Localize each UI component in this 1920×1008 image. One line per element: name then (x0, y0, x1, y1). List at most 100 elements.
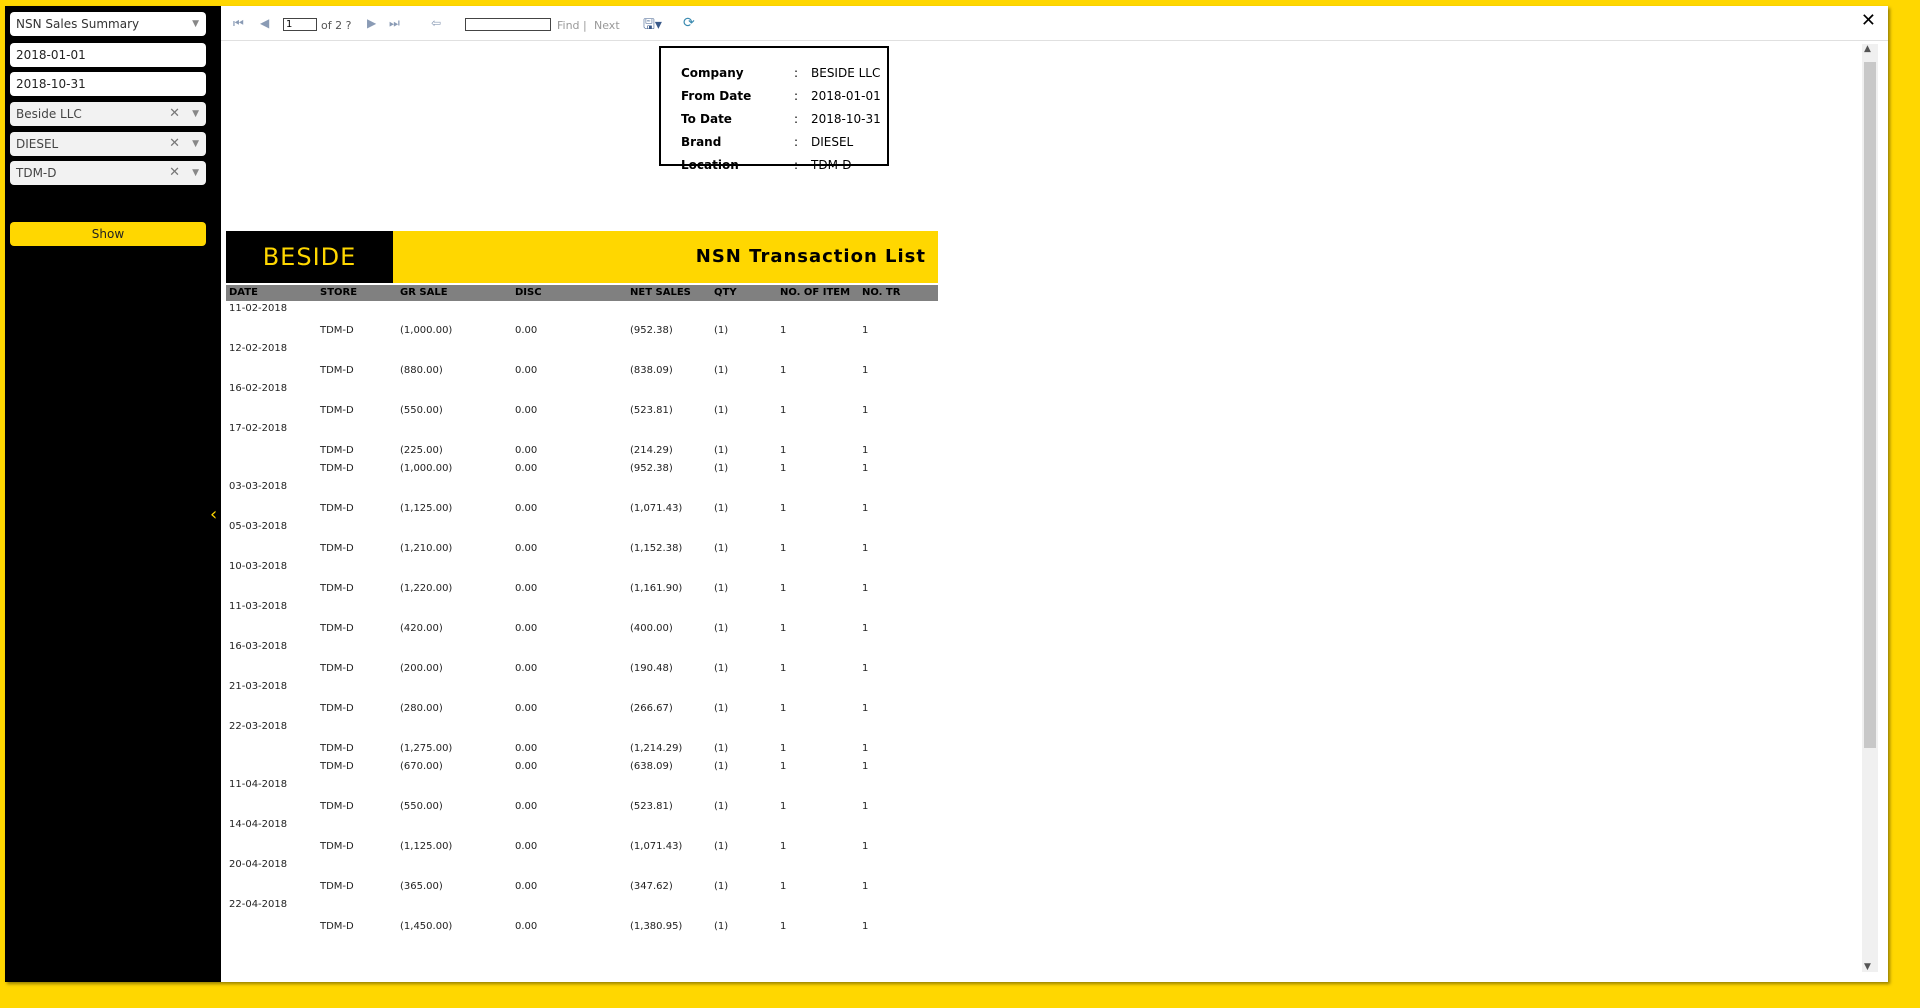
table-cell: (1,125.00) (400, 503, 453, 514)
company-select[interactable]: Beside LLC ✕ ▼ (10, 102, 206, 126)
find-input[interactable] (465, 18, 551, 31)
param-label: To Date (681, 112, 732, 126)
param-colon: : (794, 158, 799, 172)
table-cell: 1 (862, 463, 869, 474)
page-count: of 2 ? (321, 19, 352, 32)
table-cell: 1 (780, 463, 787, 474)
table-cell: (1) (714, 703, 729, 714)
table-cell: (1,125.00) (400, 841, 453, 852)
to-date-input[interactable]: 2018-10-31 (10, 72, 206, 96)
table-cell: 0.00 (515, 761, 538, 772)
back-icon[interactable]: ⇦ (431, 16, 441, 30)
previous-page-icon[interactable]: ◀ (260, 16, 269, 30)
page-number-input[interactable] (283, 18, 317, 31)
scroll-up-icon[interactable]: ▲ (1864, 44, 1871, 54)
table-cell: 1 (862, 663, 869, 674)
table-cell: TDM-D (320, 881, 354, 892)
table-cell: (1) (714, 881, 729, 892)
date-group-label: 11-04-2018 (229, 779, 288, 790)
last-page-icon[interactable]: ⏭ (389, 16, 400, 31)
table-cell: 1 (780, 405, 787, 416)
table-cell: 0.00 (515, 583, 538, 594)
table-cell: (1,380.95) (630, 921, 683, 932)
chevron-down-icon[interactable]: ▼ (192, 102, 199, 126)
table-cell: 0.00 (515, 743, 538, 754)
collapse-sidebar-icon[interactable]: ‹ (210, 504, 217, 525)
table-cell: 1 (780, 703, 787, 714)
table-cell: 1 (862, 881, 869, 892)
table-row: TDM-D (1,125.00) 0.00 (1,071.43) (1) 1 1 (221, 501, 941, 516)
table-cell: 0.00 (515, 503, 538, 514)
column-header: QTY (714, 287, 737, 298)
location-select[interactable]: TDM-D ✕ ▼ (10, 161, 206, 185)
scroll-down-icon[interactable]: ▼ (1864, 962, 1871, 972)
table-cell: 0.00 (515, 543, 538, 554)
brand-select[interactable]: DIESEL ✕ ▼ (10, 132, 206, 156)
table-cell: 0.00 (515, 445, 538, 456)
table-cell: 1 (862, 801, 869, 812)
refresh-icon[interactable]: ⟳ (683, 15, 695, 31)
param-value: 2018-10-31 (811, 112, 881, 126)
chevron-down-icon[interactable]: ▼ (192, 161, 199, 185)
table-cell: (1) (714, 463, 729, 474)
table-cell: 1 (862, 365, 869, 376)
table-cell: (1,214.29) (630, 743, 683, 754)
table-cell: (1,275.00) (400, 743, 453, 754)
brand-select-value: DIESEL (16, 137, 59, 151)
table-row: TDM-D (550.00) 0.00 (523.81) (1) 1 1 (221, 403, 941, 418)
table-cell: (670.00) (400, 761, 443, 772)
table-cell: TDM-D (320, 921, 354, 932)
table-row: TDM-D (280.00) 0.00 (266.67) (1) 1 1 (221, 701, 941, 716)
to-date-value: 2018-10-31 (16, 77, 86, 91)
clear-icon[interactable]: ✕ (169, 161, 180, 185)
clear-icon[interactable]: ✕ (169, 132, 180, 156)
next-page-icon[interactable]: ▶ (367, 16, 376, 30)
table-cell: (347.62) (630, 881, 673, 892)
find-link[interactable]: Find (557, 19, 580, 32)
first-page-icon[interactable]: ⏮ (233, 16, 244, 31)
chevron-down-icon[interactable]: ▼ (192, 132, 199, 156)
report-toolbar: ⏮ ◀ of 2 ? ▶ ⏭ ⇦ Find | Next 🖫▾ ⟳ ✕ (221, 6, 1888, 41)
param-label: From Date (681, 89, 752, 103)
table-cell: TDM-D (320, 463, 354, 474)
report-title: NSN Transaction List (695, 246, 926, 267)
show-button[interactable]: Show (10, 222, 206, 246)
table-cell: TDM-D (320, 325, 354, 336)
chevron-down-icon[interactable]: ▼ (192, 12, 199, 36)
column-header: GR SALE (400, 287, 448, 298)
brand-logo: BESIDE (226, 231, 393, 283)
table-cell: TDM-D (320, 703, 354, 714)
param-label: Location (681, 158, 739, 172)
table-row: TDM-D (670.00) 0.00 (638.09) (1) 1 1 (221, 759, 941, 774)
table-cell: 1 (780, 761, 787, 772)
table-cell: (880.00) (400, 365, 443, 376)
clear-icon[interactable]: ✕ (169, 102, 180, 126)
table-cell: 0.00 (515, 703, 538, 714)
vertical-scrollbar[interactable]: ▲ ▼ (1862, 44, 1878, 972)
table-cell: 0.00 (515, 663, 538, 674)
table-cell: 0.00 (515, 801, 538, 812)
report-banner: BESIDE NSN Transaction List (226, 231, 938, 283)
table-cell: (1) (714, 801, 729, 812)
from-date-input[interactable]: 2018-01-01 (10, 43, 206, 67)
table-cell: TDM-D (320, 761, 354, 772)
table-cell: (225.00) (400, 445, 443, 456)
export-icon[interactable]: 🖫▾ (643, 14, 662, 38)
date-group-label: 05-03-2018 (229, 521, 288, 532)
report-select[interactable]: NSN Sales Summary ▼ (10, 12, 206, 36)
table-cell: 1 (862, 703, 869, 714)
table-cell: 1 (780, 623, 787, 634)
table-row: TDM-D (550.00) 0.00 (523.81) (1) 1 1 (221, 799, 941, 814)
table-cell: 0.00 (515, 405, 538, 416)
close-icon[interactable]: ✕ (1861, 10, 1876, 31)
column-header: NO. TR (862, 287, 901, 298)
date-group-label: 22-03-2018 (229, 721, 288, 732)
table-cell: TDM-D (320, 543, 354, 554)
next-link[interactable]: Next (594, 19, 620, 32)
report-select-value: NSN Sales Summary (16, 17, 140, 31)
table-row: TDM-D (1,210.00) 0.00 (1,152.38) (1) 1 1 (221, 541, 941, 556)
date-group-label: 22-04-2018 (229, 899, 288, 910)
param-colon: : (794, 66, 799, 80)
table-cell: 1 (780, 365, 787, 376)
scroll-thumb[interactable] (1864, 62, 1876, 748)
